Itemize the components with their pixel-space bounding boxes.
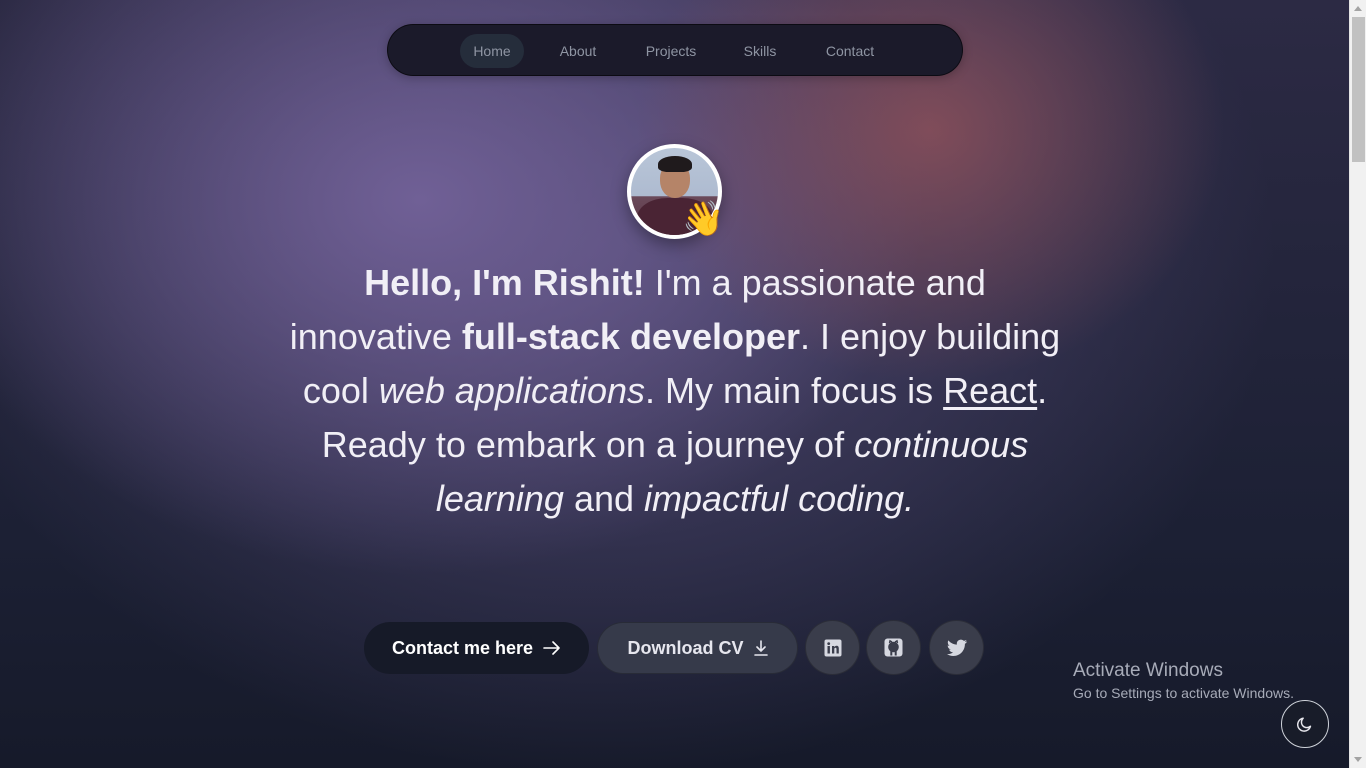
moon-icon [1297,717,1312,732]
intro-text-3: . My main focus is [645,370,944,411]
watermark-subtitle: Go to Settings to activate Windows. [1073,685,1294,701]
nav-item-skills[interactable]: Skills [731,34,789,68]
nav-item-projects[interactable]: Projects [631,34,711,68]
scroll-up-arrow-icon[interactable] [1354,6,1362,11]
contact-button-label: Contact me here [391,637,534,658]
intro-text-5: and [563,478,645,519]
download-icon [753,640,768,656]
download-cv-button[interactable]: Download CV [597,622,798,674]
contact-button[interactable]: Contact me here [364,622,589,674]
watermark-title: Activate Windows [1073,660,1223,681]
nav-item-home[interactable]: Home [460,34,524,68]
nav-item-about[interactable]: About [545,34,611,68]
intro-greeting: Hello, I'm Rishit! [364,262,645,303]
scroll-down-arrow-icon[interactable] [1354,757,1362,762]
main-nav: Home About Projects Skills Contact [387,24,963,76]
waving-hand-icon: 👋 [682,199,725,239]
linkedin-icon [824,639,841,656]
theme-toggle-button[interactable] [1281,700,1329,748]
scrollbar-thumb[interactable] [1352,17,1365,162]
nav-item-contact[interactable]: Contact [811,34,889,68]
github-icon [884,638,903,657]
intro-impactful: impactful coding. [644,478,915,519]
intro-web-apps: web applications [378,370,646,411]
vertical-scrollbar[interactable] [1349,0,1366,768]
twitter-button[interactable] [929,620,984,675]
linkedin-button[interactable] [805,620,860,675]
intro-react: React [943,370,1038,411]
twitter-icon [946,639,967,656]
intro-role: full-stack developer [461,316,801,357]
arrow-right-icon [543,641,560,655]
github-button[interactable] [866,620,921,675]
avatar-hair [658,156,692,172]
download-cv-label: Download CV [627,637,744,658]
windows-activation-watermark: Activate Windows Go to Settings to activ… [1073,660,1294,701]
intro-text: Hello, I'm Rishit! I'm a passionate and … [285,256,1065,526]
